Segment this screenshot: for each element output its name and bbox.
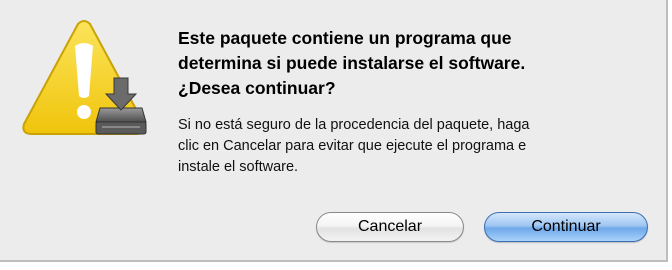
dialog-message-line-1: Si no está seguro de la procedencia del … <box>178 117 530 133</box>
dialog-message: Si no está seguro de la procedencia del … <box>178 115 648 178</box>
dialog-title-line-2: determina si puede instalarse el softwar… <box>178 53 526 73</box>
continue-button[interactable]: Continuar <box>484 212 648 242</box>
dialog-title-line-3: ¿Desea continuar? <box>178 78 336 98</box>
dialog-message-line-2: clic en Cancelar para evitar que ejecute… <box>178 138 527 154</box>
cancel-button[interactable]: Cancelar <box>316 212 464 242</box>
warning-icon <box>22 20 147 135</box>
dialog-message-line-3: instale el software. <box>178 159 299 175</box>
dialog-title-line-1: Este paquete contiene un programa que <box>178 28 512 48</box>
alert-dialog: Este paquete contiene un programa que de… <box>0 0 668 262</box>
dialog-title: Este paquete contiene un programa que de… <box>178 26 648 101</box>
